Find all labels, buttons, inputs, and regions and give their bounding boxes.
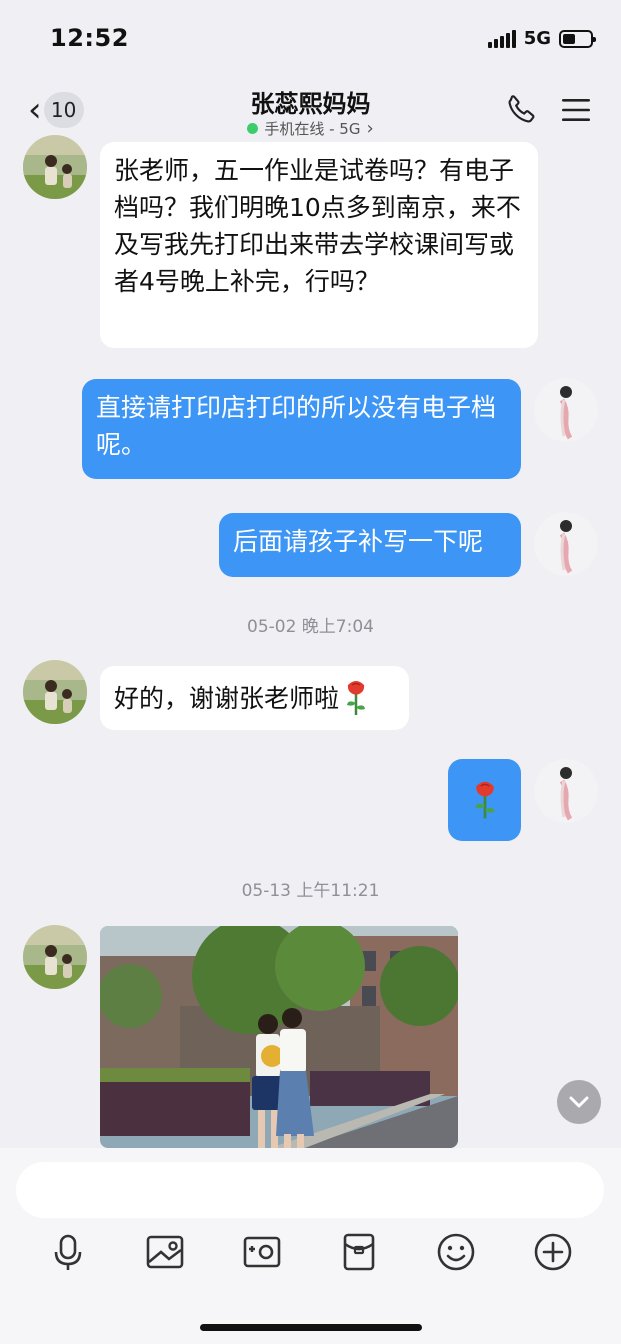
message-timestamp: 05-13 上午11:21 — [241, 881, 380, 901]
phone-icon — [508, 95, 535, 123]
message-bubble-received[interactable]: 好的，谢谢张老师啦 — [100, 666, 409, 730]
message-bubble-received[interactable]: 张老师，五一作业是试卷吗？有电子档吗？我们明晚10点多到南京，来不及写我先打印出… — [100, 142, 538, 348]
contact-avatar[interactable] — [23, 925, 87, 989]
message-timestamp: 05-02 晚上7:04 — [247, 617, 374, 637]
menu-icon — [562, 99, 590, 121]
home-indicator — [200, 1324, 422, 1331]
my-avatar-image — [534, 759, 598, 823]
chevron-down-icon — [569, 1096, 589, 1108]
scroll-to-bottom-button[interactable] — [557, 1080, 601, 1124]
my-avatar[interactable] — [534, 512, 598, 576]
photo-message[interactable] — [100, 926, 458, 1148]
chevron-right-icon: › — [366, 118, 374, 139]
battery-icon — [559, 29, 596, 48]
network-type: 5G — [523, 28, 551, 49]
emoji-icon — [437, 1233, 475, 1271]
my-avatar[interactable] — [534, 378, 598, 442]
status-indicators: 5G — [487, 28, 596, 49]
image-icon — [146, 1235, 184, 1269]
contact-avatar-image — [23, 135, 87, 199]
microphone-icon — [54, 1234, 82, 1270]
image-button[interactable] — [145, 1232, 185, 1272]
camera-button[interactable] — [242, 1232, 282, 1272]
signal-icon — [487, 29, 516, 48]
message-bubble-sent[interactable]: 后面请孩子补写一下呢 — [219, 513, 521, 577]
message-bubble-sent[interactable]: 直接请打印店打印的所以没有电子档呢。 — [82, 379, 521, 479]
plus-icon — [534, 1233, 572, 1271]
emoji-button[interactable] — [436, 1232, 476, 1272]
online-status-text: 手机在线 - 5G — [264, 120, 361, 138]
contact-avatar-image — [23, 660, 87, 724]
red-packet-icon — [343, 1233, 375, 1271]
rose-emoji-icon — [474, 781, 495, 819]
red-packet-button[interactable] — [339, 1232, 379, 1272]
my-avatar-image — [534, 378, 598, 442]
photo-image — [100, 926, 458, 1148]
online-dot-icon — [247, 123, 259, 134]
contact-avatar[interactable] — [23, 660, 87, 724]
phone-call-button[interactable] — [505, 92, 539, 126]
voice-button[interactable] — [48, 1232, 88, 1272]
more-menu-button[interactable] — [560, 96, 592, 124]
message-bubble-sent[interactable] — [448, 759, 521, 841]
camera-icon — [243, 1236, 281, 1268]
rose-emoji-icon — [347, 681, 366, 715]
more-actions-button[interactable] — [533, 1232, 573, 1272]
my-avatar-image — [534, 512, 598, 576]
message-input[interactable] — [16, 1162, 604, 1218]
contact-avatar-image — [23, 925, 87, 989]
message-text: 好的，谢谢张老师啦 — [114, 683, 340, 713]
my-avatar[interactable] — [534, 759, 598, 823]
contact-avatar[interactable] — [23, 135, 87, 199]
status-time: 12:52 — [50, 24, 129, 52]
